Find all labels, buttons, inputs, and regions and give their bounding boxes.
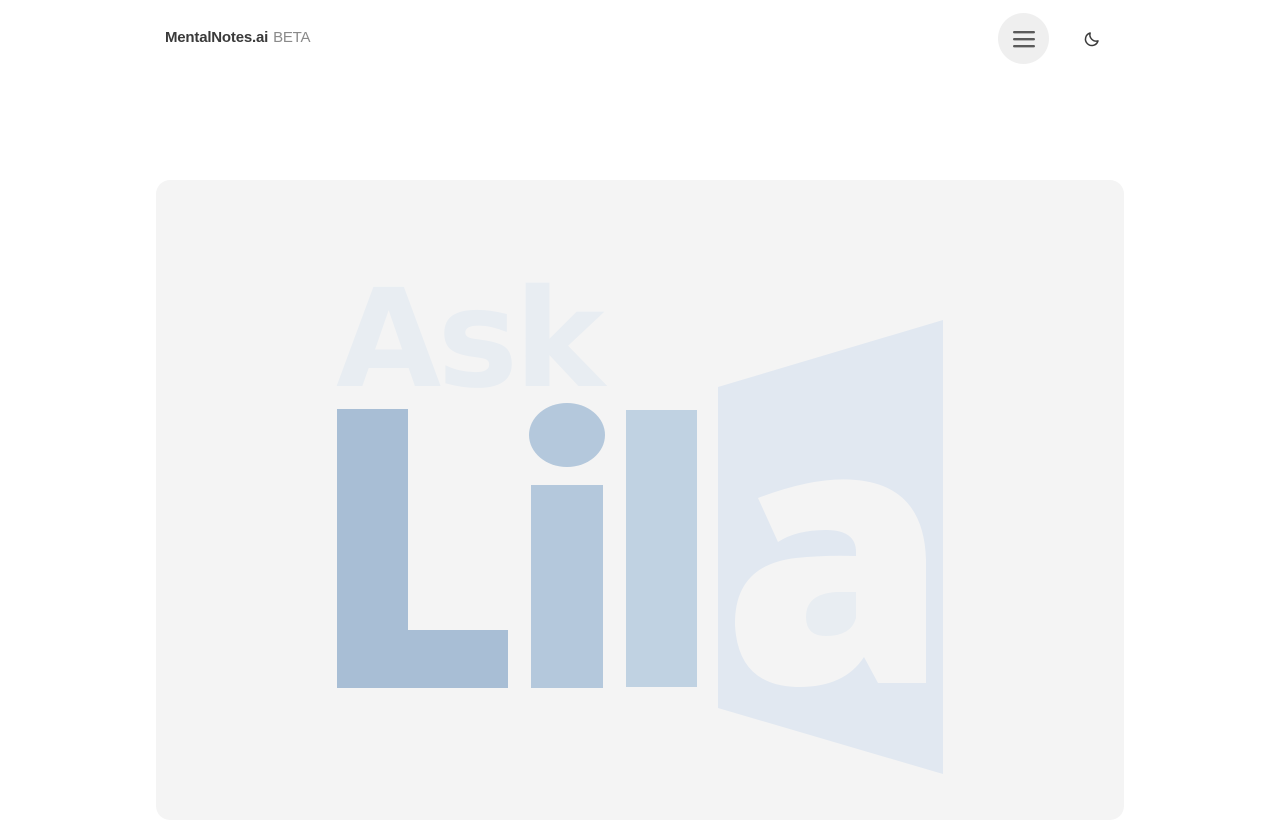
ask-lila-logo: Ask	[336, 261, 943, 774]
hero-card: Ask	[156, 180, 1124, 820]
brand-name[interactable]: MentalNotes.ai	[165, 29, 268, 46]
beta-badge: BETA	[273, 29, 311, 46]
brand[interactable]: MentalNotes.ai BETA	[165, 29, 311, 46]
theme-toggle-button[interactable]	[1066, 13, 1117, 64]
letter-i-dot	[529, 403, 605, 467]
letter-L	[337, 409, 508, 688]
letter-l	[626, 410, 697, 687]
letter-i-stem	[531, 485, 603, 688]
menu-button[interactable]	[998, 13, 1049, 64]
hamburger-menu-icon	[1012, 30, 1035, 47]
moon-icon	[1084, 31, 1099, 46]
logo-ask-text: Ask	[336, 261, 608, 419]
site-header: MentalNotes.ai BETA	[0, 0, 1280, 76]
